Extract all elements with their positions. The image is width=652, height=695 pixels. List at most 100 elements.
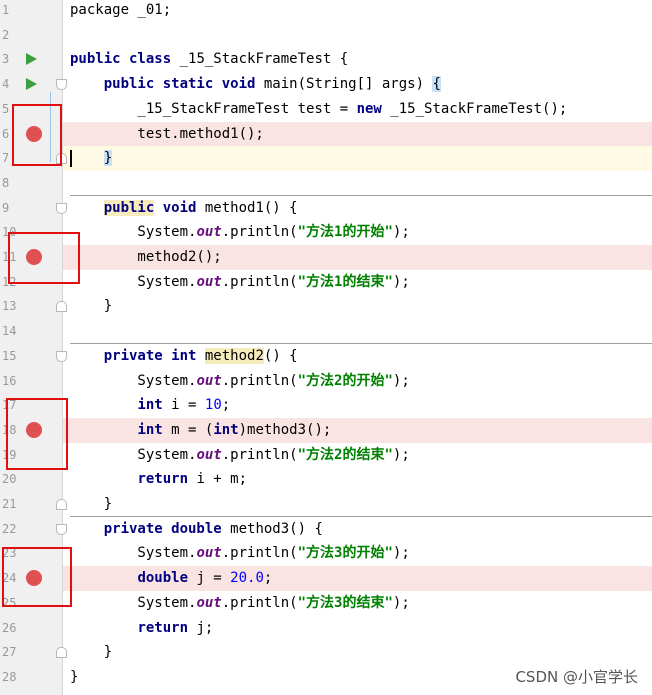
fold-marker-icon[interactable] [56, 301, 67, 313]
text-caret [70, 150, 72, 168]
code-line[interactable]: 24 double j = 20.0; [0, 566, 652, 592]
line-background [63, 294, 652, 319]
code-text[interactable]: } [70, 146, 113, 171]
line-background [63, 492, 652, 517]
code-line[interactable]: 11 method2(); [0, 245, 652, 270]
code-token: "方法3的结束" [297, 594, 393, 611]
code-text[interactable]: } [70, 640, 112, 665]
fold-marker-icon[interactable] [56, 523, 67, 535]
code-line[interactable]: 20 return i + m; [0, 467, 652, 492]
code-token: ); [392, 446, 410, 463]
code-text[interactable]: System.out.println("方法3的开始"); [70, 541, 409, 566]
line-number: 27 [2, 645, 17, 660]
code-line[interactable]: 12 System.out.println("方法1的结束"); [0, 270, 652, 295]
code-text[interactable]: public static void main(String[] args) { [70, 72, 441, 97]
line-number: 20 [2, 472, 17, 487]
code-line[interactable]: 16 System.out.println("方法2的开始"); [0, 369, 652, 394]
code-token: i = [162, 397, 205, 414]
line-number: 9 [2, 200, 10, 215]
code-text[interactable]: return i + m; [70, 467, 247, 492]
code-text[interactable]: System.out.println("方法1的结束"); [70, 270, 409, 295]
code-token: main(String[] args) [255, 76, 433, 93]
code-text[interactable]: public class _15_StackFrameTest { [70, 47, 348, 72]
code-line[interactable]: 7 } [0, 146, 652, 172]
code-line[interactable]: 25 System.out.println("方法3的结束"); [0, 591, 652, 616]
line-number: 3 [2, 52, 10, 67]
code-line[interactable]: 14 [0, 319, 652, 344]
code-token: method1() { [196, 199, 298, 216]
fold-marker-icon[interactable] [56, 350, 67, 362]
code-line[interactable]: 17 int i = 10; [0, 393, 652, 418]
code-text[interactable]: System.out.println("方法3的结束"); [70, 591, 410, 616]
code-line[interactable]: 26 return j; [0, 616, 652, 641]
code-text[interactable]: System.out.println("方法2的结束"); [70, 443, 410, 468]
code-text[interactable]: public void method1() { [70, 196, 298, 221]
fold-marker-icon[interactable] [56, 202, 67, 214]
code-text[interactable]: } [70, 665, 78, 690]
code-text[interactable]: } [70, 492, 112, 517]
code-line[interactable]: 10 System.out.println("方法1的开始"); [0, 220, 652, 245]
code-text[interactable]: double j = 20.0; [70, 566, 272, 591]
run-gutter-icon[interactable] [26, 53, 37, 66]
code-text[interactable]: method2(); [70, 245, 222, 270]
code-text[interactable]: } [70, 294, 112, 319]
fold-marker-icon[interactable] [56, 79, 67, 91]
code-text[interactable]: int i = 10; [70, 393, 230, 418]
run-gutter-icon[interactable] [26, 78, 37, 91]
code-token: } [103, 150, 113, 167]
code-text[interactable]: _15_StackFrameTest test = new _15_StackF… [70, 97, 567, 122]
code-text[interactable]: int m = (int)method3(); [70, 418, 331, 443]
code-text[interactable]: System.out.println("方法2的开始"); [70, 369, 409, 394]
code-line[interactable]: 2 [0, 23, 652, 48]
code-line[interactable]: 13 } [0, 294, 652, 319]
fold-marker-icon[interactable] [56, 647, 67, 659]
code-text[interactable]: System.out.println("方法1的开始"); [70, 220, 409, 245]
code-line[interactable]: 21 } [0, 492, 652, 517]
code-token: ; [263, 570, 273, 587]
code-token: public class [70, 51, 172, 68]
code-token: )method3(); [238, 421, 332, 438]
code-token: test.method1(); [70, 125, 264, 142]
code-token: method2(); [70, 249, 222, 265]
line-number: 15 [2, 348, 17, 363]
code-editor[interactable]: 1 package _01; 2 3 public class _15_StackFra… [0, 0, 652, 695]
code-line[interactable]: 22 private double method3() { [0, 517, 652, 542]
code-token: int [213, 421, 239, 438]
code-token: out [196, 446, 222, 463]
code-text[interactable]: test.method1(); [70, 122, 264, 147]
code-token: 10 [204, 397, 222, 414]
line-number: 16 [2, 373, 17, 388]
highlight-box [6, 398, 68, 470]
code-token: } [70, 496, 113, 512]
code-text[interactable]: private double method3() { [70, 517, 323, 542]
code-token: System. [70, 446, 197, 463]
code-token: ); [392, 594, 410, 611]
code-line[interactable]: 18 int m = (int)method3(); [0, 417, 652, 443]
code-line[interactable]: 27 } [0, 640, 652, 665]
code-line[interactable]: 4 public static void main(String[] args)… [0, 72, 652, 97]
code-line[interactable]: 9 public void method1() { [0, 196, 652, 221]
code-token: "方法2的开始" [297, 372, 393, 389]
code-line[interactable]: 5 _15_StackFrameTest test = new _15_Stac… [0, 97, 652, 122]
code-token: () { [263, 347, 298, 364]
code-token: void [162, 199, 197, 216]
code-line[interactable]: 8 [0, 171, 652, 196]
fold-marker-icon[interactable] [56, 499, 67, 510]
line-background [63, 146, 652, 172]
code-line[interactable]: 23 System.out.println("方法3的开始"); [0, 541, 652, 566]
code-text[interactable]: return j; [70, 616, 213, 641]
code-token: System. [70, 545, 197, 562]
code-line[interactable]: 15 private int method2() { [0, 344, 652, 369]
code-line[interactable]: 1 package _01; [0, 0, 652, 23]
code-line[interactable]: 6 test.method1(); [0, 121, 652, 147]
code-line[interactable]: 3 public class _15_StackFrameTest { [0, 47, 652, 72]
code-token: double [137, 570, 189, 587]
code-line[interactable]: 19 System.out.println("方法2的结束"); [0, 443, 652, 468]
code-text[interactable]: package _01; [70, 0, 171, 23]
code-text[interactable]: private int method2() { [70, 344, 298, 369]
highlight-box [8, 232, 80, 284]
